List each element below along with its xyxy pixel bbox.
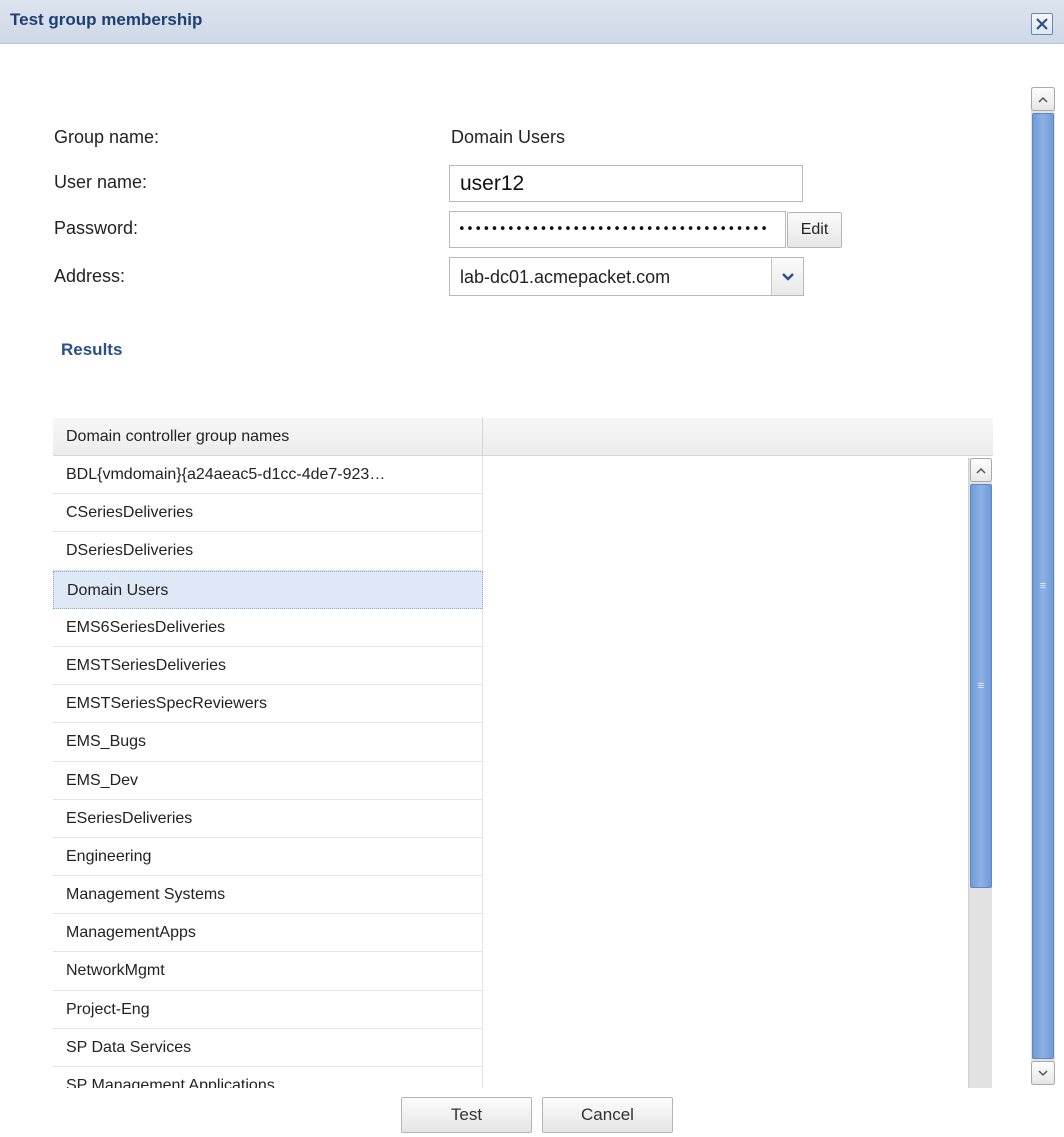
chevron-up-icon (1038, 96, 1048, 103)
user-name-label: User name: (54, 172, 148, 192)
grid-header: Domain controller group names (53, 418, 993, 456)
dialog-titlebar: Test group membership (0, 0, 1064, 44)
table-row[interactable]: Project-Eng (53, 990, 483, 1029)
table-row[interactable]: EMSTSeriesDeliveries (53, 646, 483, 686)
table-row[interactable]: Engineering (53, 837, 483, 877)
password-mask: •••••••••••••••••••••••••••••••••••••• (458, 222, 769, 237)
table-row[interactable]: DSeriesDeliveries (53, 532, 483, 571)
chevron-down-icon (1038, 1069, 1048, 1076)
address-label: Address: (54, 266, 126, 286)
test-button[interactable]: Test (401, 1097, 532, 1133)
grid-scroll-thumb[interactable]: ≡ (970, 484, 992, 888)
table-row[interactable]: ManagementApps (53, 914, 483, 953)
grip-icon: ≡ (1039, 579, 1047, 592)
table-row[interactable]: SP Data Services (53, 1028, 483, 1067)
address-value: lab-dc01.acmepacket.com (460, 267, 671, 287)
edit-password-button[interactable]: Edit (787, 212, 842, 248)
table-row[interactable]: CSeriesDeliveries (53, 494, 483, 533)
chevron-down-icon (781, 272, 794, 281)
group-name-value: Domain Users (451, 127, 566, 147)
password-label: Password: (54, 218, 139, 238)
cancel-button[interactable]: Cancel (542, 1097, 673, 1133)
results-heading: Results (61, 340, 123, 359)
column-header-group-names[interactable]: Domain controller group names (53, 418, 483, 456)
address-select[interactable]: lab-dc01.acmepacket.com (449, 257, 804, 296)
user-name-input[interactable] (449, 165, 803, 202)
table-row[interactable]: NetworkMgmt (53, 952, 483, 991)
group-name-label: Group name: (54, 127, 160, 147)
grid-rows: BDL{vmdomain}{a24aeac5-d1cc-4de7-923… CSe… (53, 456, 483, 1088)
table-row[interactable]: ESeriesDeliveries (53, 799, 483, 838)
dialog-scroll-down-button[interactable] (1031, 1061, 1055, 1085)
password-field[interactable]: •••••••••••••••••••••••••••••••••••••• (449, 211, 786, 248)
close-icon (1036, 18, 1048, 30)
results-grid: Domain controller group names BDL{vmdoma… (53, 418, 993, 1088)
table-row[interactable]: EMS_Dev (53, 761, 483, 800)
table-row[interactable]: EMS_Bugs (53, 723, 483, 762)
table-row[interactable]: Management Systems (53, 876, 483, 915)
table-row[interactable]: BDL{vmdomain}{a24aeac5-d1cc-4de7-923… (53, 456, 483, 495)
dialog-scroll-up-button[interactable] (1031, 87, 1055, 111)
dropdown-arrow[interactable] (771, 258, 803, 295)
dialog-title: Test group membership (10, 10, 203, 29)
grip-icon: ≡ (977, 679, 985, 692)
grid-scrollbar[interactable]: ≡ (968, 458, 992, 1088)
table-row[interactable]: SP Management Applications (53, 1067, 483, 1088)
table-row[interactable]: Domain Users (53, 570, 483, 609)
close-button[interactable] (1031, 13, 1053, 35)
table-row[interactable]: EMS6SeriesDeliveries (53, 608, 483, 647)
chevron-up-icon (976, 467, 986, 474)
table-row[interactable]: EMSTSeriesSpecReviewers (53, 685, 483, 724)
grid-scroll-up-button[interactable] (970, 458, 992, 482)
dialog-scroll-thumb[interactable]: ≡ (1032, 113, 1054, 1059)
dialog-scrollbar[interactable]: ≡ (1031, 87, 1055, 1085)
